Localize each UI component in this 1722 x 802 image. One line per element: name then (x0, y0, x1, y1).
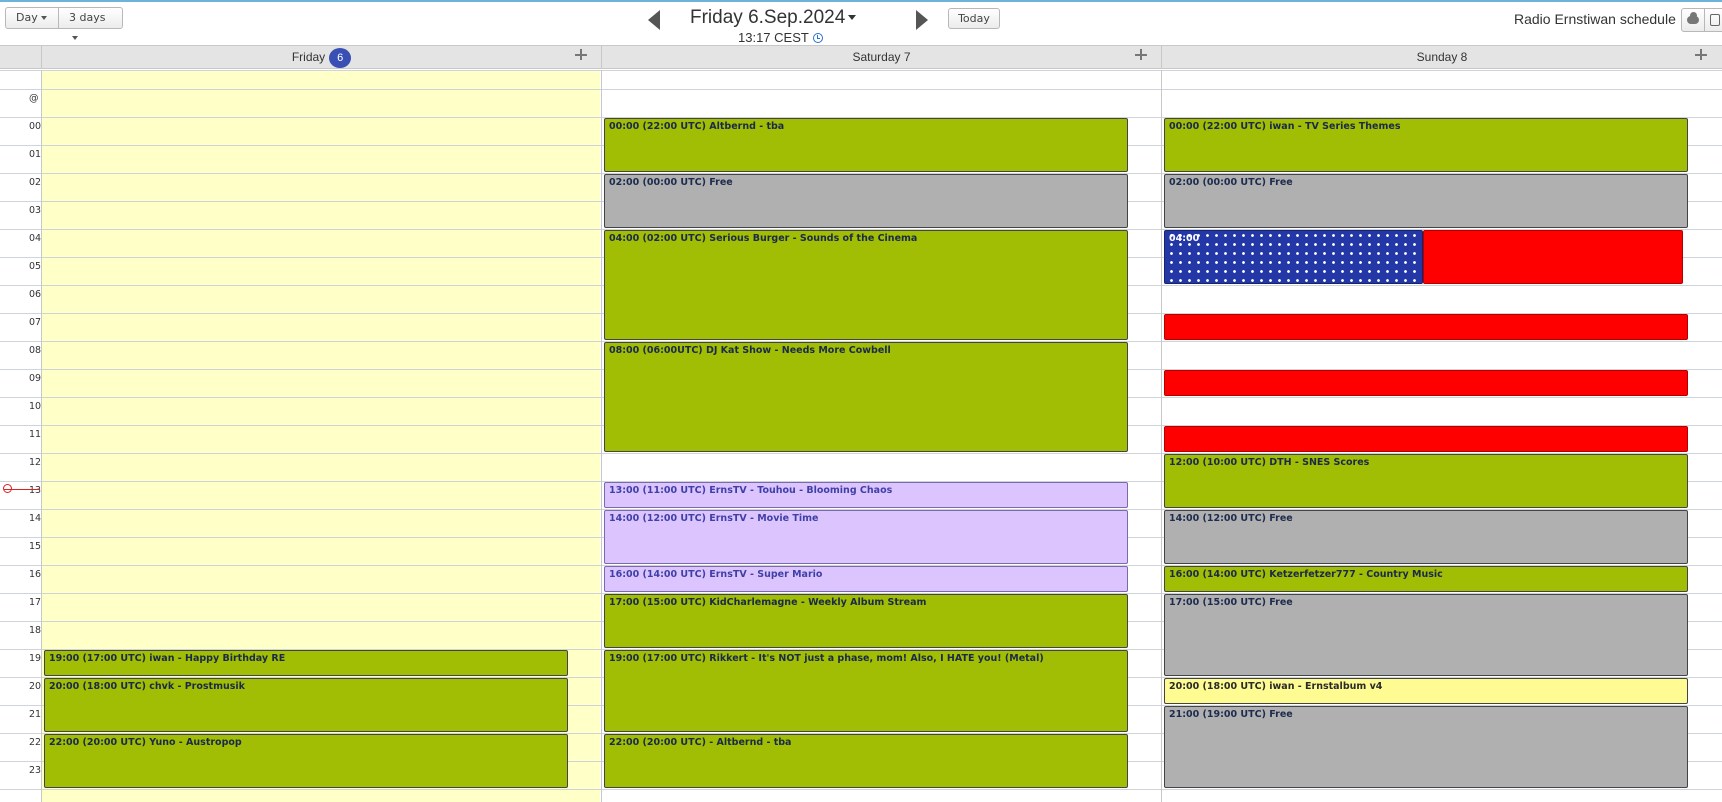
view-day-label: Day (16, 11, 38, 24)
add-event-icon[interactable] (574, 48, 588, 62)
previous-day-icon[interactable] (648, 10, 660, 30)
event-saturday[interactable]: 02:00 (00:00 UTC) Free (604, 174, 1128, 228)
event-saturday[interactable]: 19:00 (17:00 UTC) Rikkert - It's NOT jus… (604, 650, 1128, 732)
calendar-grid: @00 01 02 03 04 05 06 07 08 09 10 11 12 13 14 15 16 17 18 1… (0, 70, 1722, 802)
hour-label: 19 (29, 653, 42, 664)
hour-label: 18 (29, 625, 42, 636)
view-day-button[interactable]: Day (5, 7, 59, 29)
event-sunday[interactable] (1423, 230, 1683, 284)
day-number-badge: 6 (329, 48, 352, 68)
sidebar-toggle-button[interactable] (1704, 8, 1722, 32)
view-3days-label: 3 days (69, 11, 106, 24)
cloud-download-icon (1687, 12, 1699, 24)
day-header-sunday[interactable]: Sunday 8 (1161, 46, 1722, 68)
event-friday[interactable]: 20:00 (18:00 UTC) chvk - Prostmusik (44, 678, 568, 732)
next-day-icon[interactable] (916, 10, 928, 30)
hour-label: 04 (29, 233, 42, 244)
event-sunday[interactable]: 17:00 (15:00 UTC) Free (1164, 594, 1688, 676)
app-title: Radio Ernstiwan schedule (1514, 11, 1676, 27)
event-sunday[interactable] (1164, 370, 1688, 396)
add-event-icon[interactable] (1134, 48, 1148, 62)
chevron-down-icon (848, 15, 857, 21)
day-header-row: Friday 6 Saturday 7 Sunday 8 (0, 45, 1722, 69)
chevron-down-icon (40, 16, 47, 20)
add-event-icon[interactable] (1694, 48, 1708, 62)
event-saturday[interactable]: 22:00 (20:00 UTC) - Altbernd - tba (604, 734, 1128, 788)
event-sunday[interactable] (1164, 314, 1688, 340)
event-sunday[interactable]: 21:00 (19:00 UTC) Free (1164, 706, 1688, 788)
event-sunday[interactable]: 02:00 (00:00 UTC) Free (1164, 174, 1688, 228)
current-time-line (4, 488, 40, 490)
hour-gridline (0, 70, 1722, 71)
day-header-label: Saturday 7 (852, 50, 911, 64)
event-friday[interactable]: 22:00 (20:00 UTC) Yuno - Austropop (44, 734, 568, 788)
hour-label: 13 (29, 485, 42, 496)
event-saturday[interactable]: 16:00 (14:00 UTC) ErnsTV - Super Mario (604, 566, 1128, 592)
sidebar-icon (1710, 14, 1720, 26)
event-saturday[interactable]: 04:00 (02:00 UTC) Serious Burger - Sound… (604, 230, 1128, 340)
current-time: 13:17 CEST (738, 30, 823, 45)
event-sunday[interactable]: 04:00 (1164, 230, 1423, 284)
hour-label: 08 (29, 345, 42, 356)
event-sunday[interactable]: 14:00 (12:00 UTC) Free (1164, 510, 1688, 564)
hour-gridline (0, 789, 1722, 790)
hour-label: 03 (29, 205, 42, 216)
day-header-label: Sunday 8 (1416, 50, 1468, 64)
clock-icon[interactable] (812, 33, 823, 43)
event-saturday[interactable]: 13:00 (11:00 UTC) ErnsTV - Touhou - Bloo… (604, 482, 1128, 508)
day-header-saturday[interactable]: Saturday 7 (601, 46, 1161, 68)
day-header-friday[interactable]: Friday 6 (41, 46, 601, 68)
date-picker-title[interactable]: Friday 6.Sep.2024 (690, 7, 890, 29)
event-saturday[interactable]: 00:00 (22:00 UTC) Altbernd - tba (604, 118, 1128, 172)
day-column-divider (41, 70, 42, 802)
hour-label: 05 (29, 261, 42, 272)
hour-label: 07 (29, 317, 42, 328)
event-sunday[interactable]: 16:00 (14:00 UTC) Ketzerfetzer777 - Coun… (1164, 566, 1688, 592)
hour-label: 16 (29, 569, 42, 580)
hour-gridline (0, 89, 1722, 90)
day-header-label: Friday (291, 50, 326, 64)
date-title-text: Friday 6.Sep.2024 (690, 7, 846, 28)
toolbar: Day 3 days Friday 6.Sep.2024 13:17 CEST … (0, 0, 1722, 45)
hour-label: 23 (29, 765, 42, 776)
hour-label: 10 (29, 401, 42, 412)
cloud-download-button[interactable] (1681, 8, 1705, 32)
event-sunday[interactable]: 12:00 (10:00 UTC) DTH - SNES Scores (1164, 454, 1688, 508)
event-sunday[interactable]: 00:00 (22:00 UTC) iwan - TV Series Theme… (1164, 118, 1688, 172)
day-column-divider (601, 70, 602, 802)
event-saturday[interactable]: 14:00 (12:00 UTC) ErnsTV - Movie Time (604, 510, 1128, 564)
hour-label: 11 (29, 429, 42, 440)
hour-label: 14 (29, 513, 42, 524)
hour-label: 06 (29, 289, 42, 300)
hour-label: 00 (29, 121, 42, 132)
current-time-text: 13:17 CEST (738, 30, 809, 45)
event-saturday[interactable]: 08:00 (06:00UTC) DJ Kat Show - Needs Mor… (604, 342, 1128, 452)
chevron-down-icon (72, 36, 78, 40)
today-button[interactable]: Today (948, 8, 1000, 29)
view-3days-button[interactable]: 3 days (58, 7, 123, 40)
hour-label: 09 (29, 373, 42, 384)
hour-label: @ (29, 93, 39, 104)
event-saturday[interactable]: 17:00 (15:00 UTC) KidCharlemagne - Weekl… (604, 594, 1128, 648)
hour-label: 22 (29, 737, 42, 748)
hour-label: 02 (29, 177, 42, 188)
hour-label: 20 (29, 681, 42, 692)
hour-label: 21 (29, 709, 42, 720)
event-friday[interactable]: 19:00 (17:00 UTC) iwan - Happy Birthday … (44, 650, 568, 676)
hour-label: 01 (29, 149, 42, 160)
day-column-divider (1161, 70, 1162, 802)
event-sunday[interactable] (1164, 426, 1688, 452)
hour-label: 12 (29, 457, 42, 468)
hour-label: 15 (29, 541, 42, 552)
event-sunday[interactable]: 20:00 (18:00 UTC) iwan - Ernstalbum v4 (1164, 678, 1688, 704)
hour-label: 17 (29, 597, 42, 608)
